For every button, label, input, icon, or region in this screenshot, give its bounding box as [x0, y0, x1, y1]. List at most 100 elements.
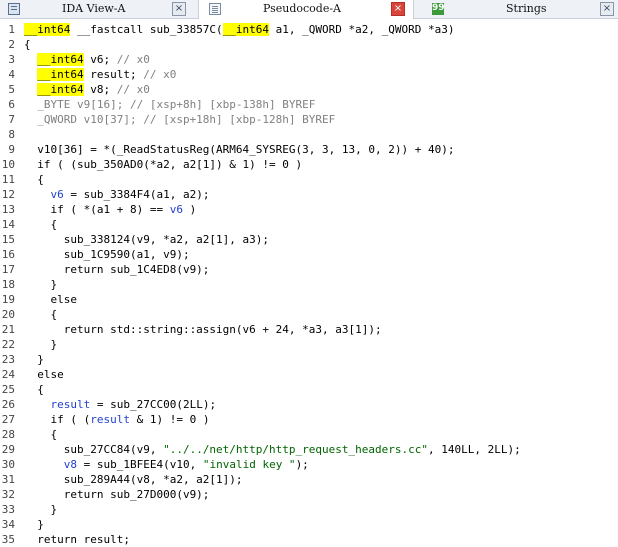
local-variable: v6	[50, 188, 64, 201]
code-token: = sub_27CC00(2LL);	[90, 398, 217, 411]
close-icon[interactable]: ×	[172, 2, 186, 16]
highlighted-token: __int64	[24, 23, 71, 36]
code-token: else	[24, 293, 77, 306]
local-variable: v6	[169, 203, 183, 216]
line-number: 14	[1, 218, 15, 231]
code-token: & 1) != 0 )	[129, 413, 210, 426]
code-text: sub_338124(v9, *a2, a2[1], a3);	[24, 232, 269, 247]
line-number: 25	[1, 383, 15, 396]
code-text: }	[24, 517, 44, 532]
code-text: if ( *(a1 + 8) == v6 )	[24, 202, 196, 217]
code-text: }	[24, 277, 57, 292]
line-number: 4	[8, 68, 15, 81]
code-token: {	[24, 308, 58, 321]
tab-label: Pseudocode-A	[263, 2, 342, 15]
code-comment: // x0	[116, 53, 150, 66]
line-number: 24	[1, 368, 15, 381]
code-token: = sub_3384F4(a1, a2);	[63, 188, 210, 201]
local-variable: result	[90, 413, 130, 426]
highlighted-token: __int64	[222, 23, 270, 36]
code-token: v10[36] = *(_ReadStatusReg(ARM64_SYSREG(…	[24, 143, 455, 156]
code-text: return sub_1C4ED8(v9);	[24, 262, 210, 277]
code-token: = sub_1BFEE4(v10,	[77, 458, 203, 471]
tab-label: IDA View-A	[62, 2, 126, 15]
code-text: __int64 __fastcall sub_33857C(__int64 a1…	[24, 22, 454, 37]
line-number: 20	[1, 308, 15, 321]
line-number: 34	[1, 518, 15, 531]
tab-pseudocode[interactable]: Pseudocode-A ×	[198, 0, 414, 19]
pseudocode-icon	[209, 3, 221, 15]
code-token: }	[24, 338, 58, 351]
string-literal: "invalid key "	[202, 458, 296, 471]
code-text: sub_289A44(v8, *a2, a2[1]);	[24, 472, 243, 487]
code-text: {	[24, 382, 44, 397]
code-token: result;	[83, 68, 144, 81]
code-token: }	[24, 503, 58, 516]
code-token: if ( *(a1 + 8) ==	[24, 203, 170, 216]
code-token: v8;	[83, 83, 117, 96]
line-number: 5	[8, 83, 15, 96]
code-text: return std::string::assign(v6 + 24, *a3,…	[24, 322, 382, 337]
line-number: 12	[1, 188, 15, 201]
line-number: 7	[8, 113, 15, 126]
line-number: 8	[8, 128, 15, 141]
code-token: sub_1C9590(a1, v9);	[24, 248, 190, 261]
code-text: }	[24, 352, 44, 367]
line-number: 9	[8, 143, 15, 156]
line-number: 27	[1, 413, 15, 426]
close-icon[interactable]: ×	[600, 2, 614, 16]
line-number: 26	[1, 398, 15, 411]
tab-label: Strings	[506, 2, 547, 15]
code-text: {	[24, 172, 44, 187]
code-text: }	[24, 502, 57, 517]
code-text: _QWORD v10[37]; // [xsp+18h] [xbp-128h] …	[24, 112, 335, 127]
local-variable: v8	[63, 458, 77, 471]
tab-bar: IDA View-A × Pseudocode-A × 99 Strings ×	[0, 0, 618, 19]
code-text: sub_27CC84(v9, "../../net/http/http_requ…	[24, 442, 521, 457]
code-text: result = sub_27CC00(2LL);	[24, 397, 217, 412]
code-text: sub_1C9590(a1, v9);	[24, 247, 190, 262]
code-text: {	[24, 427, 57, 442]
code-token: }	[24, 353, 44, 366]
code-token: {	[24, 38, 31, 51]
ida-view-icon	[8, 3, 20, 15]
strings-icon: 99	[432, 3, 445, 15]
code-text: v10[36] = *(_ReadStatusReg(ARM64_SYSREG(…	[24, 142, 454, 157]
code-text: }	[24, 337, 57, 352]
line-number: 17	[1, 263, 15, 276]
code-text: else	[24, 367, 64, 382]
close-icon[interactable]: ×	[391, 2, 405, 16]
code-token: )	[182, 203, 197, 216]
code-token: return sub_1C4ED8(v9);	[24, 263, 210, 276]
code-text: v8 = sub_1BFEE4(v10, "invalid key ");	[24, 457, 309, 472]
line-number: 2	[8, 38, 15, 51]
tab-strings[interactable]: 99 Strings ×	[418, 0, 618, 18]
code-token: __fastcall sub_33857C(	[70, 23, 223, 36]
code-comment: _QWORD v10[37]; // [xsp+18h] [xbp-128h] …	[24, 113, 336, 126]
line-number: 10	[1, 158, 15, 171]
line-number: 23	[1, 353, 15, 366]
code-token: );	[295, 458, 309, 471]
code-token: {	[24, 173, 44, 186]
tab-ida-view[interactable]: IDA View-A ×	[0, 0, 196, 18]
code-text: __int64 result; // x0	[24, 67, 176, 82]
highlighted-token: __int64	[37, 53, 84, 66]
code-text: __int64 v6; // x0	[24, 52, 150, 67]
code-token: v6;	[83, 53, 117, 66]
code-text: __int64 v8; // x0	[24, 82, 150, 97]
line-number: 30	[1, 458, 15, 471]
code-text: _BYTE v9[16]; // [xsp+8h] [xbp-138h] BYR…	[24, 97, 315, 112]
code-text: if ( (sub_350AD0(*a2, a2[1]) & 1) != 0 )	[24, 157, 302, 172]
code-comment: // x0	[143, 68, 177, 81]
code-token: if ( (	[24, 413, 91, 426]
code-text: v6 = sub_3384F4(a1, a2);	[24, 187, 210, 202]
code-token: }	[24, 518, 44, 531]
code-token: {	[24, 218, 58, 231]
line-number: 32	[1, 488, 15, 501]
line-number: 18	[1, 278, 15, 291]
line-number: 3	[8, 53, 15, 66]
line-number: 19	[1, 293, 15, 306]
